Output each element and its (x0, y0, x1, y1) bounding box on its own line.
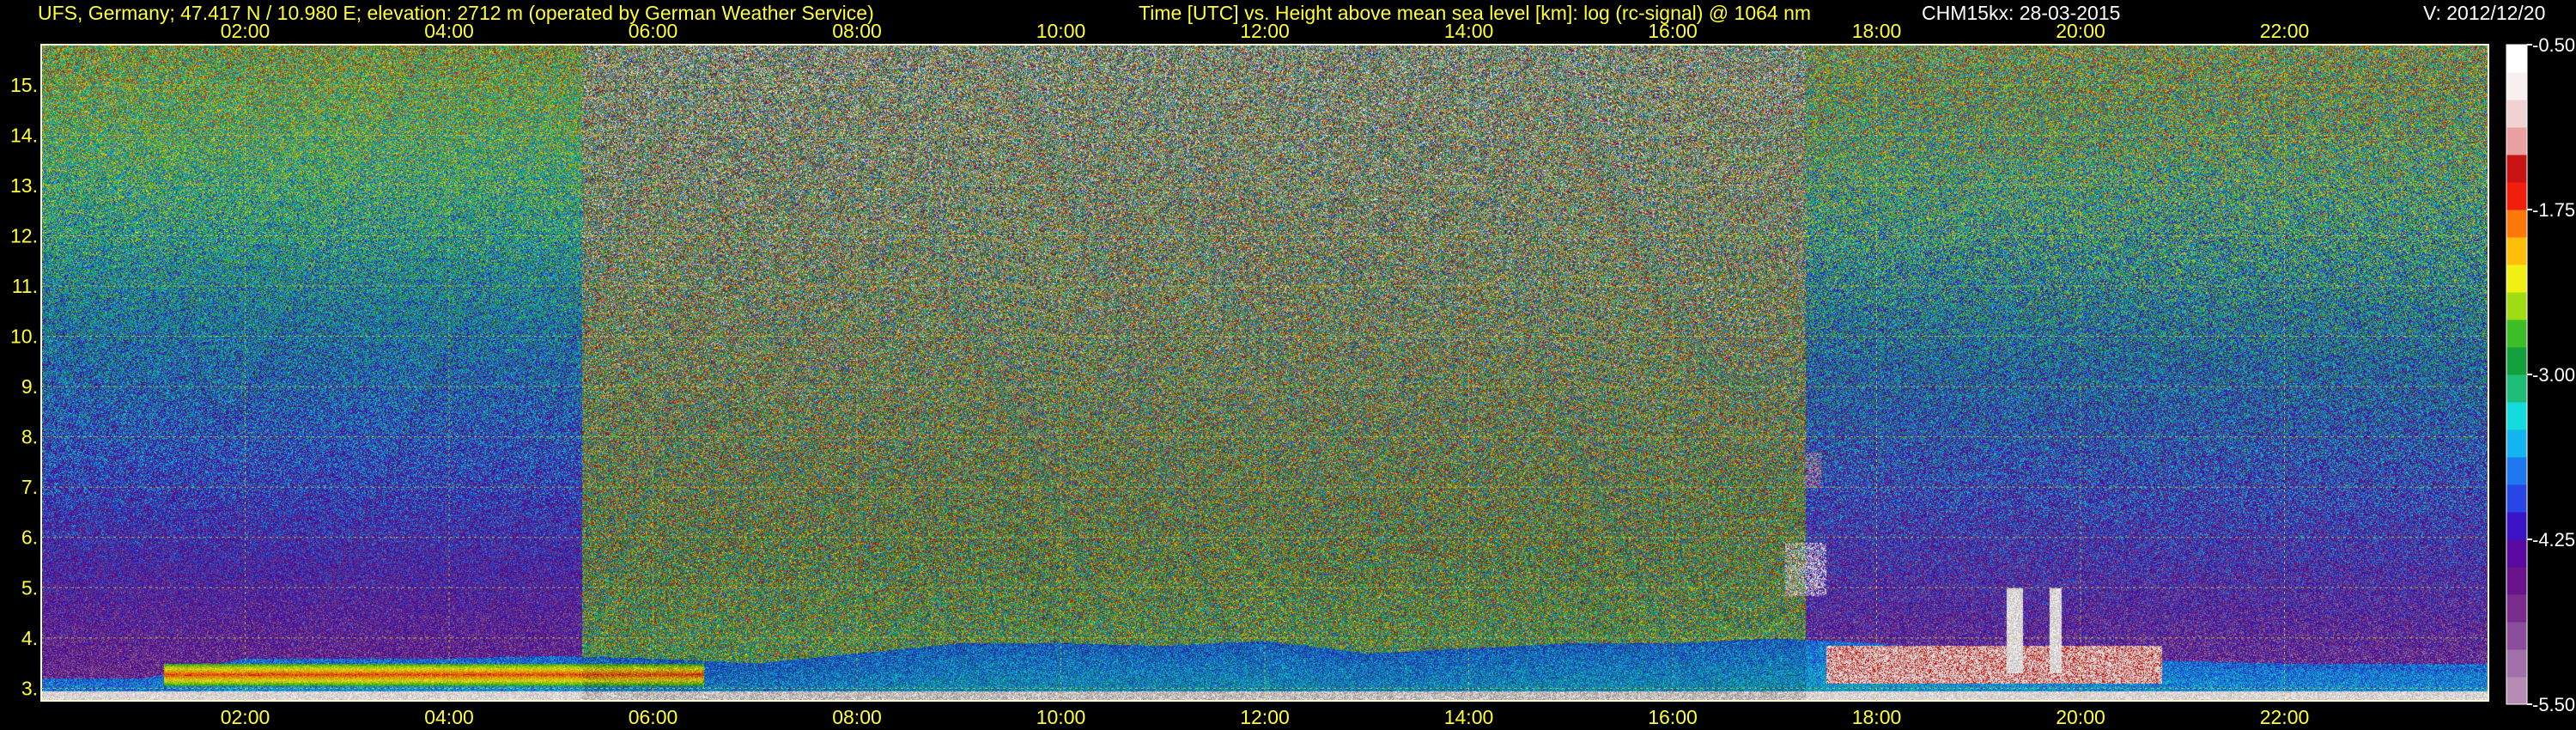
colorbar-segment (2506, 429, 2527, 458)
colorbar-segment (2506, 210, 2527, 238)
colorbar-tick-label: -0.50 (2532, 34, 2575, 56)
x-tick-label-bottom: 08:00 (832, 706, 882, 728)
colorbar-segment (2506, 155, 2527, 183)
x-tick-label-top: 02:00 (221, 20, 270, 42)
y-tick-label: 7. (21, 476, 38, 498)
x-tick-label-top: 10:00 (1036, 20, 1086, 42)
colorbar-segment (2506, 402, 2527, 430)
colorbar-segment (2506, 292, 2527, 320)
colorbar-segment (2506, 677, 2527, 705)
x-tick-label-bottom: 18:00 (1852, 706, 1902, 728)
y-tick-label: 10. (10, 325, 38, 348)
ceilometer-plot: UFS, Germany; 47.417 N / 10.980 E; eleva… (0, 0, 2576, 730)
x-tick-label-top: 16:00 (1648, 20, 1698, 42)
colorbar-segment (2506, 567, 2527, 595)
y-tick-label: 6. (21, 526, 38, 549)
colorbar-segment (2506, 237, 2527, 265)
colorbar-tick-label: -3.00 (2532, 364, 2575, 386)
y-tick-label: 8. (21, 426, 38, 448)
x-tick-label-bottom: 06:00 (629, 706, 678, 728)
y-tick-label: 14. (10, 124, 38, 146)
colorbar-segment (2506, 100, 2527, 128)
colorbar-segment (2506, 127, 2527, 155)
x-tick-label-top: 04:00 (424, 20, 474, 42)
y-tick-label: 11. (12, 275, 38, 297)
chart-axes: 02:00 02:00 04:00 04:00 06:00 06:00 08:00 08:00… (10, 20, 2575, 728)
colorbar-segment (2506, 594, 2527, 623)
x-tick-label-bottom: 16:00 (1648, 706, 1698, 728)
colorbar-tick-label: -4.25 (2532, 529, 2575, 551)
colorbar-segment (2506, 457, 2527, 485)
x-tick-label-top: 14:00 (1444, 20, 1494, 42)
colorbar-tick-label: -1.75 (2532, 199, 2575, 221)
x-tick-label-bottom: 20:00 (2056, 706, 2105, 728)
x-tick-label-bottom: 22:00 (2260, 706, 2310, 728)
colorbar-segment (2506, 45, 2527, 73)
colorbar-tick-label: -5.50 (2532, 694, 2575, 715)
colorbar-segment (2506, 182, 2527, 210)
y-tick-label: 12. (10, 224, 38, 246)
y-tick-label: 3. (21, 677, 38, 699)
colorbar-segment (2506, 622, 2527, 650)
x-tick-label-bottom: 10:00 (1036, 706, 1086, 728)
x-tick-label-top: 06:00 (629, 20, 678, 42)
colorbar-segment (2506, 319, 2527, 348)
y-tick-label: 15. (10, 74, 38, 96)
y-tick-label: 9. (21, 375, 38, 398)
colorbar-segment (2506, 265, 2527, 293)
x-tick-label-bottom: 04:00 (424, 706, 474, 728)
y-tick-label: 13. (10, 174, 38, 197)
colorbar-segment (2506, 539, 2527, 568)
colorbar-segment (2506, 512, 2527, 540)
x-tick-label-bottom: 14:00 (1444, 706, 1494, 728)
x-tick-label-bottom: 02:00 (221, 706, 270, 728)
x-tick-label-bottom: 12:00 (1240, 706, 1290, 728)
colorbar-segment (2506, 347, 2527, 375)
x-tick-label-top: 20:00 (2056, 20, 2105, 42)
x-tick-label-top: 12:00 (1240, 20, 1290, 42)
x-tick-label-top: 18:00 (1852, 20, 1902, 42)
colorbar-segment (2506, 374, 2527, 403)
x-tick-label-top: 08:00 (832, 20, 882, 42)
y-tick-label: 5. (21, 576, 38, 599)
colorbar-segment (2506, 649, 2527, 678)
colorbar-segment (2506, 484, 2527, 513)
colorbar-segment (2506, 72, 2527, 100)
y-tick-label: 4. (21, 627, 38, 649)
x-tick-label-top: 22:00 (2260, 20, 2310, 42)
